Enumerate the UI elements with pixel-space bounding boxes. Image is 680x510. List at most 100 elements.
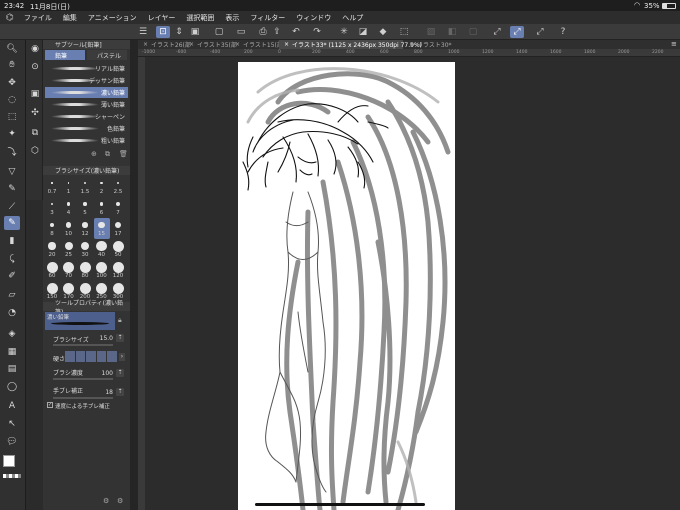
brush-size-option[interactable]: 0.7 xyxy=(44,176,60,197)
menu-view[interactable]: 表示 xyxy=(225,13,239,23)
subtool-stack-icon[interactable]: ⧉ xyxy=(27,126,43,140)
brush-size-option[interactable]: 50 xyxy=(110,239,126,260)
subtool-zoom-icon[interactable]: ◉ xyxy=(27,42,43,56)
brush-size-option[interactable]: 2.5 xyxy=(110,176,126,197)
tab-close-icon[interactable]: × xyxy=(235,41,240,48)
brush-size-option[interactable]: 7 xyxy=(110,197,126,218)
auto-select-tool-icon[interactable]: ✦ xyxy=(4,127,20,141)
brush-size-option[interactable]: 70 xyxy=(61,260,77,281)
brush-size-option[interactable]: 15 xyxy=(93,218,110,239)
frame-tool-icon[interactable]: ▤ xyxy=(4,362,20,376)
lock-icon[interactable]: 🔒︎ xyxy=(118,316,122,325)
deselect-icon[interactable]: ▨ xyxy=(424,26,438,38)
menu-file[interactable]: ファイル xyxy=(24,13,52,23)
brush-size-option[interactable]: 25 xyxy=(61,239,77,260)
pen-tool-icon[interactable]: ▽ xyxy=(4,165,20,179)
open-folder-icon[interactable]: ▭ xyxy=(234,26,248,38)
menu-animation[interactable]: アニメーション xyxy=(88,13,137,23)
brush-size-option[interactable]: 10 xyxy=(61,218,77,239)
invert-icon[interactable]: ◧ xyxy=(445,26,459,38)
hand-tool-icon[interactable]: ✋︎ xyxy=(4,58,20,72)
drawing-canvas[interactable] xyxy=(238,62,455,510)
eraser-tool-icon[interactable]: ▱ xyxy=(4,288,20,302)
hardness-selector[interactable] xyxy=(65,351,117,362)
brush-size-option[interactable]: 1.5 xyxy=(77,176,93,197)
brush-size-option[interactable]: 80 xyxy=(77,260,93,281)
brush-item[interactable]: シャーペン xyxy=(45,111,128,122)
page-icon[interactable]: ▣ xyxy=(188,26,202,38)
brush-size-option[interactable]: 3 xyxy=(44,197,60,218)
menu-window[interactable]: ウィンドウ xyxy=(296,13,331,23)
eraser-selection-icon[interactable]: ◪ xyxy=(356,26,370,38)
toolprop-wrench-icon[interactable]: ⚙ xyxy=(103,497,109,505)
menu-help[interactable]: ヘルプ xyxy=(342,13,363,23)
zoom-tool-icon[interactable]: 🔍︎ xyxy=(4,42,20,56)
export-icon[interactable]: ⇪ xyxy=(270,26,284,38)
brush-size-option[interactable]: 6 xyxy=(94,197,110,218)
brush-size-option[interactable]: 100 xyxy=(94,260,110,281)
perspective-icon[interactable]: ⤢ xyxy=(533,26,547,38)
delete-subtool-icon[interactable]: 🗑︎ xyxy=(119,150,128,158)
blend-tool-icon[interactable]: ✐ xyxy=(4,269,20,283)
lasso-tool-icon[interactable]: ◌ xyxy=(4,93,20,107)
stabilization-step-icon[interactable]: ⇡ xyxy=(116,388,124,396)
brush-size-value[interactable]: 15.0 xyxy=(93,335,113,342)
gradient-tool-icon[interactable]: ▦ xyxy=(4,345,20,359)
tab-document-active[interactable]: × イラスト33* (1125 x 2436px 350dpi 77.9%) xyxy=(279,40,422,49)
brush-size-option[interactable]: 60 xyxy=(44,260,60,281)
canvas-fit-icon[interactable]: ⊡ xyxy=(156,26,170,38)
brush-size-option[interactable]: 20 xyxy=(44,239,60,260)
menu-edit[interactable]: 編集 xyxy=(63,13,77,23)
tab-document[interactable]: × イラスト30* xyxy=(404,40,452,49)
brush-tool-icon[interactable]: ⟋ xyxy=(4,200,20,214)
brush-size-slider[interactable] xyxy=(53,344,113,346)
brush-item[interactable]: 粗い鉛筆 xyxy=(45,135,128,146)
menu-filter[interactable]: フィルター xyxy=(250,13,285,23)
stabilization-value[interactable]: 18 xyxy=(93,389,113,396)
stabilization-slider[interactable] xyxy=(53,397,113,399)
transparent-color-swatch[interactable] xyxy=(3,474,21,478)
move-tool-icon[interactable]: ✥ xyxy=(4,76,20,90)
density-step-icon[interactable]: ⇡ xyxy=(116,369,124,377)
subtool-layer-icon[interactable]: ▣ xyxy=(27,87,43,101)
hardness-arrow-icon[interactable]: › xyxy=(119,353,125,361)
add-subtool-icon[interactable]: ⊕ xyxy=(91,150,97,158)
undo-icon[interactable]: ↶ xyxy=(289,26,303,38)
brush-size-option[interactable]: 4 xyxy=(61,197,77,218)
brush-size-option[interactable]: 17 xyxy=(110,218,126,239)
scroll-arrows-icon[interactable]: ⇕ xyxy=(172,26,186,38)
brush-size-option[interactable]: 12 xyxy=(77,218,93,239)
brush-size-step-icon[interactable]: ⇡ xyxy=(116,334,124,342)
fill-icon[interactable]: ◆ xyxy=(376,26,390,38)
brush-size-option[interactable]: 120 xyxy=(110,260,126,281)
subtool-material-icon[interactable]: ✣ xyxy=(27,106,43,120)
decoration-tool-icon[interactable]: ⤹ xyxy=(4,252,20,266)
brush-size-option[interactable]: 40 xyxy=(94,239,110,260)
menu-layer[interactable]: レイヤー xyxy=(148,13,176,23)
marker-tool-icon[interactable]: ✎ xyxy=(4,182,20,196)
speed-stab-checkbox[interactable]: ✓ xyxy=(47,402,53,408)
save-icon[interactable]: ⎙ xyxy=(256,26,270,38)
eyedropper-tool-icon[interactable]: ⤵ xyxy=(4,144,20,158)
tab-close-icon[interactable]: × xyxy=(143,41,148,48)
subtool-3d-icon[interactable]: ⬡ xyxy=(27,144,43,158)
brush-item[interactable]: デッサン鉛筆 xyxy=(45,75,128,86)
text-tool-icon[interactable]: A xyxy=(4,399,20,413)
brush-size-option[interactable]: 1 xyxy=(61,176,77,197)
ruler-snap-icon[interactable]: ⤢ xyxy=(490,26,504,38)
brush-size-option[interactable]: 2 xyxy=(94,176,110,197)
copy-subtool-icon[interactable]: ⧉ xyxy=(105,150,110,159)
brush-item[interactable]: 色鉛筆 xyxy=(45,123,128,134)
select-tool-icon[interactable]: ⬚ xyxy=(4,110,20,124)
brush-size-option[interactable]: 8 xyxy=(44,218,60,239)
tab-menu-icon[interactable]: ≡ xyxy=(671,40,677,48)
fill-tool-icon[interactable]: ◈ xyxy=(4,327,20,341)
hamburger-menu-icon[interactable]: ☰ xyxy=(136,26,150,38)
tab-close-icon[interactable]: × xyxy=(409,41,414,48)
subtool-tab-pencil[interactable]: 鉛筆 xyxy=(45,50,85,60)
crop-icon[interactable]: ▢ xyxy=(466,26,480,38)
subtool-navigator-icon[interactable]: ⊙ xyxy=(27,60,43,74)
brush-item[interactable]: 薄い鉛筆 xyxy=(45,99,128,110)
tab-close-icon[interactable]: × xyxy=(284,41,289,48)
brush-size-option[interactable]: 5 xyxy=(77,197,93,218)
